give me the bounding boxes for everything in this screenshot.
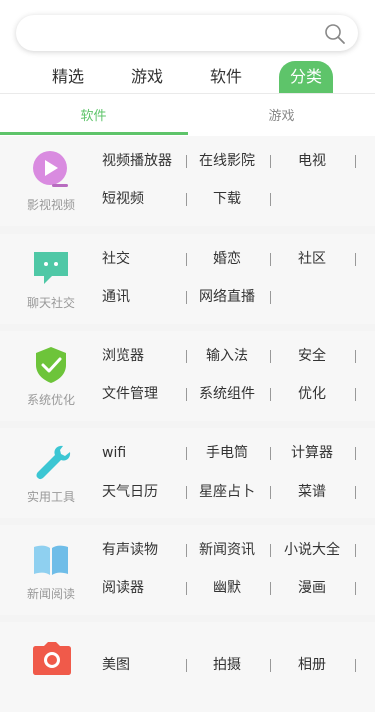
tab-featured[interactable]: 精选 [52,61,84,93]
separator [186,447,187,460]
separator [186,486,187,499]
separator [270,582,271,595]
separator [355,544,356,557]
category-item[interactable]: 菜谱 [298,482,326,502]
header-area: 精选 游戏 软件 分类 软件 游戏 [0,0,375,136]
category-item[interactable]: 文件管理 [102,384,158,404]
category-item[interactable]: 优化 [298,384,326,404]
category-item[interactable]: 视频播放器 [102,151,172,171]
separator [355,447,356,460]
category-item[interactable]: 下载 [213,189,241,209]
separator [270,291,271,304]
separator [186,582,187,595]
main-tabs: 精选 游戏 软件 分类 [0,61,375,93]
separator [270,253,271,266]
category-item[interactable]: 漫画 [298,578,326,598]
category-photo: 美图 拍摄 相册 [0,622,375,712]
separator [186,544,187,557]
video-play-icon [33,151,68,187]
separator [270,350,271,363]
separator [355,253,356,266]
category-item[interactable]: 美图 [102,655,130,675]
category-item[interactable]: 星座占卜 [199,482,255,502]
category-item[interactable]: 社区 [298,249,326,269]
category-item[interactable]: 手电筒 [206,443,248,463]
category-item[interactable]: 天气日历 [102,482,158,502]
separator [186,388,187,401]
separator [355,582,356,595]
separator [270,544,271,557]
active-tab-indicator [0,132,188,135]
category-item[interactable]: 系统组件 [199,384,255,404]
category-item[interactable]: 短视频 [102,189,144,209]
category-item[interactable]: 在线影院 [199,151,255,171]
category-item[interactable]: 计算器 [291,443,333,463]
category-video: 影视视频 视频播放器 在线影院 电视 短视频 下载 [0,136,375,226]
tab-games[interactable]: 游戏 [131,61,163,93]
separator [270,486,271,499]
subtab-software[interactable]: 软件 [0,100,187,134]
category-item[interactable]: 幽默 [213,578,241,598]
category-news: 新闻阅读 有声读物 新闻资讯 小说大全 阅读器 幽默 漫画 [0,525,375,615]
category-item[interactable]: 相册 [298,655,326,675]
category-item[interactable]: 安全 [298,346,326,366]
category-item[interactable]: 拍摄 [213,655,241,675]
separator [186,659,187,672]
separator [270,155,271,168]
separator [355,388,356,401]
category-item[interactable]: 新闻资讯 [199,540,255,560]
category-item[interactable]: 阅读器 [102,578,144,598]
category-label: 实用工具 [26,490,75,504]
category-item[interactable]: 有声读物 [102,540,158,560]
separator [186,155,187,168]
chat-bubble-icon [34,252,68,284]
search-input[interactable] [32,23,316,45]
category-item[interactable]: 小说大全 [284,540,340,560]
category-tools: 实用工具 wifi 手电筒 计算器 天气日历 星座占卜 菜谱 [0,428,375,518]
category-chat: 聊天社交 社交 婚恋 社区 通讯 网络直播 [0,234,375,324]
sub-tabs: 软件 游戏 [0,100,375,136]
category-item[interactable]: 通讯 [102,287,130,307]
separator [270,388,271,401]
divider [0,93,375,94]
category-label: 系统优化 [26,393,75,407]
wrench-icon [36,445,71,480]
category-item[interactable]: 电视 [298,151,326,171]
separator [355,486,356,499]
separator [355,350,356,363]
camera-icon [33,642,71,675]
category-system: 系统优化 浏览器 输入法 安全 文件管理 系统组件 优化 [0,331,375,421]
separator [355,659,356,672]
separator [270,447,271,460]
category-label: 新闻阅读 [26,587,75,601]
separator [270,193,271,206]
book-icon [34,545,68,575]
shield-check-icon [36,347,66,383]
search-icon[interactable] [324,23,346,45]
separator [186,350,187,363]
category-item[interactable]: 婚恋 [213,249,241,269]
category-item[interactable]: 社交 [102,249,130,269]
separator [186,291,187,304]
category-item[interactable]: wifi [102,443,126,463]
tab-software[interactable]: 软件 [210,61,242,93]
category-item[interactable]: 浏览器 [102,346,144,366]
subtab-games[interactable]: 游戏 [188,100,375,134]
tab-categories[interactable]: 分类 [279,61,333,93]
category-label: 影视视频 [26,198,75,212]
category-label: 聊天社交 [26,296,75,310]
separator [186,193,187,206]
category-item[interactable]: 输入法 [206,346,248,366]
separator [270,659,271,672]
search-bar[interactable] [16,15,358,51]
separator [186,253,187,266]
separator [355,155,356,168]
category-item[interactable]: 网络直播 [199,287,255,307]
